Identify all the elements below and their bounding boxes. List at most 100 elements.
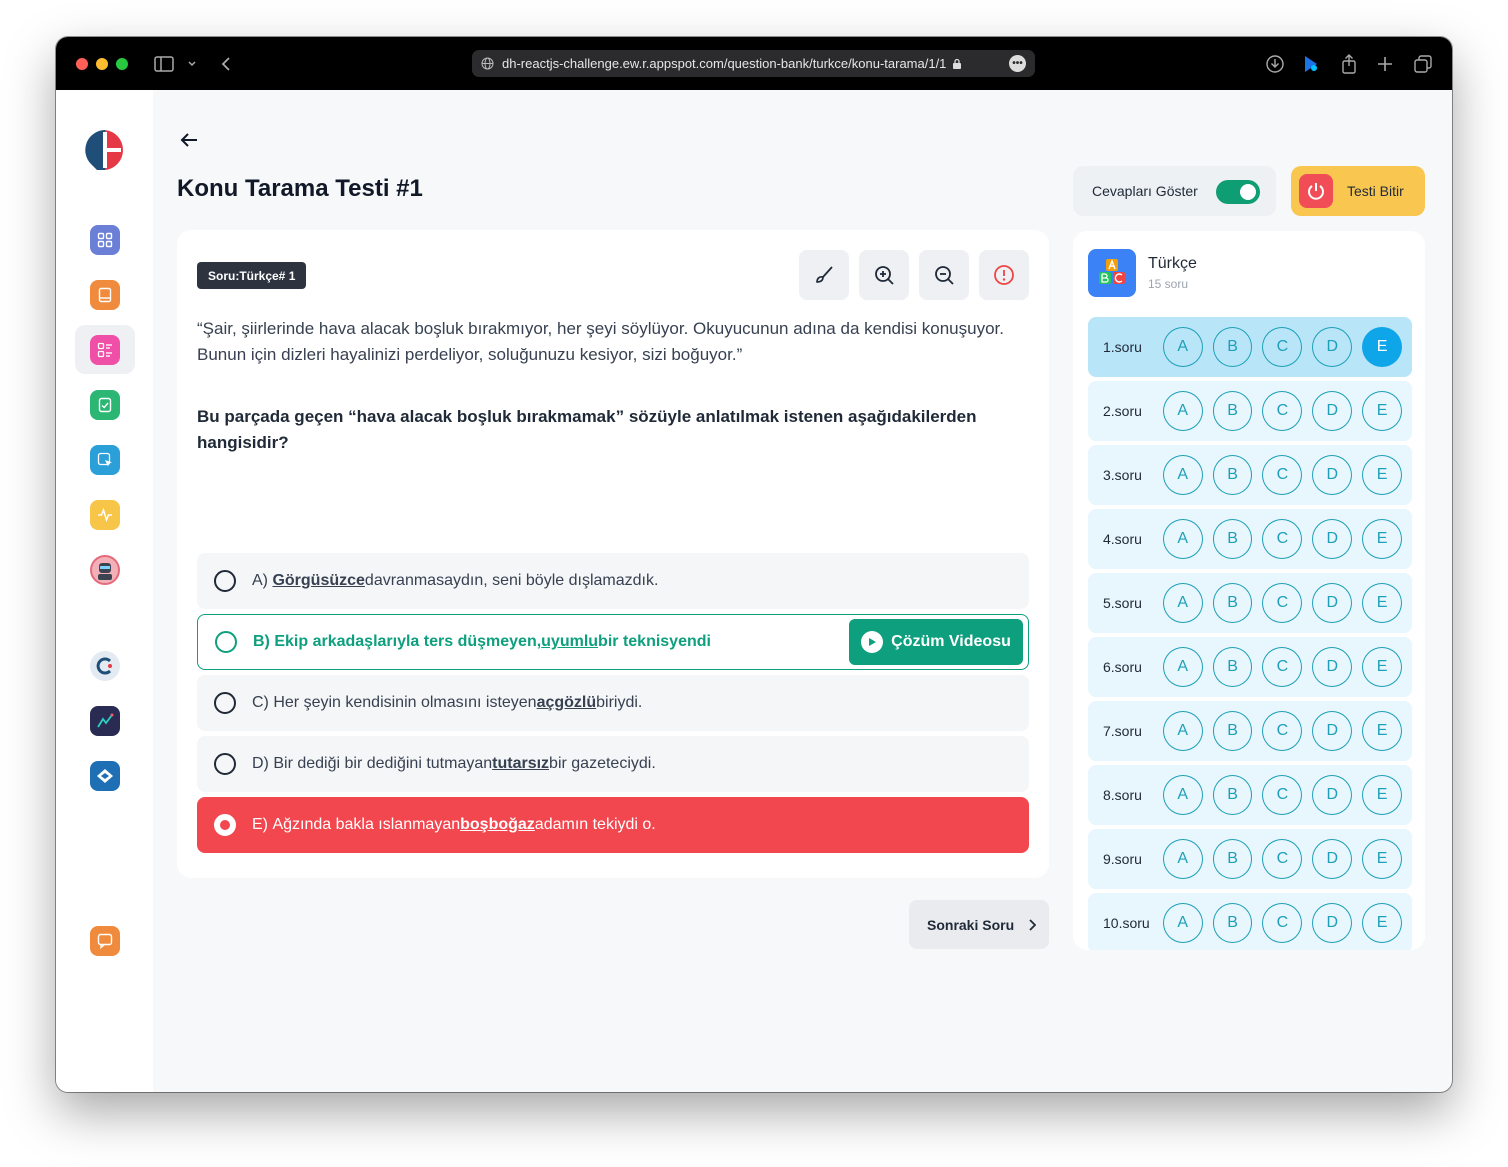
- answer-choice-e[interactable]: E: [1362, 839, 1402, 879]
- answer-choice-c[interactable]: C: [1262, 583, 1303, 623]
- address-bar[interactable]: dh-reactjs-challenge.ew.r.appspot.com/qu…: [472, 50, 1035, 77]
- answer-choice-e[interactable]: E: [1362, 647, 1402, 687]
- download-icon[interactable]: [1263, 52, 1287, 76]
- option-a-radio[interactable]: [214, 570, 236, 592]
- answer-choice-a[interactable]: A: [1162, 903, 1203, 943]
- answer-choice-b[interactable]: B: [1212, 455, 1253, 495]
- answer-choice-b[interactable]: B: [1212, 903, 1253, 943]
- document-check-icon[interactable]: [90, 390, 120, 420]
- answer-choice-a[interactable]: A: [1162, 711, 1203, 751]
- option-a-keyword: Görgüsüzce: [272, 572, 365, 589]
- back-arrow-icon[interactable]: [177, 128, 201, 152]
- layers-logo-icon[interactable]: [90, 761, 120, 791]
- maximize-window-button[interactable]: [116, 58, 128, 70]
- answer-choice-d[interactable]: D: [1312, 519, 1353, 559]
- answer-choice-e[interactable]: E: [1362, 327, 1402, 367]
- solution-video-button[interactable]: Çözüm Videosu: [849, 619, 1023, 665]
- finish-test-button[interactable]: Testi Bitir: [1291, 166, 1425, 216]
- zoom-in-icon[interactable]: [859, 250, 909, 300]
- answer-choice-d[interactable]: D: [1312, 455, 1353, 495]
- option-c-radio[interactable]: [214, 692, 236, 714]
- answer-choice-c[interactable]: C: [1262, 839, 1303, 879]
- close-window-button[interactable]: [76, 58, 88, 70]
- answer-choice-d[interactable]: D: [1312, 839, 1353, 879]
- minimize-window-button[interactable]: [96, 58, 108, 70]
- c-logo-icon[interactable]: [90, 651, 120, 681]
- answer-choice-e[interactable]: E: [1362, 583, 1402, 623]
- answer-choice-a[interactable]: A: [1162, 775, 1203, 815]
- answer-choice-b[interactable]: B: [1212, 775, 1253, 815]
- answer-choice-d[interactable]: D: [1312, 775, 1353, 815]
- answer-choice-c[interactable]: C: [1262, 647, 1303, 687]
- answer-choice-d[interactable]: D: [1312, 711, 1353, 751]
- grid-icon[interactable]: [90, 225, 120, 255]
- activity-icon[interactable]: [90, 500, 120, 530]
- answer-choice-d[interactable]: D: [1312, 647, 1353, 687]
- avatar-icon[interactable]: [90, 555, 120, 585]
- answer-choice-b[interactable]: B: [1212, 647, 1253, 687]
- answer-choice-c[interactable]: C: [1262, 903, 1303, 943]
- share-icon[interactable]: [1337, 52, 1361, 76]
- answer-choice-e[interactable]: E: [1362, 455, 1402, 495]
- list-icon[interactable]: [90, 335, 120, 365]
- tabs-overview-icon[interactable]: [1411, 52, 1435, 76]
- cursor-icon[interactable]: [90, 445, 120, 475]
- answer-choice-b[interactable]: B: [1212, 327, 1253, 367]
- answer-choice-c[interactable]: C: [1262, 519, 1303, 559]
- answer-choice-e[interactable]: E: [1362, 391, 1402, 431]
- answer-choice-d[interactable]: D: [1312, 327, 1353, 367]
- solution-video-label: Çözüm Videosu: [891, 633, 1011, 650]
- answer-choice-d[interactable]: D: [1312, 903, 1353, 943]
- answer-choice-a[interactable]: A: [1162, 839, 1203, 879]
- chevron-down-icon[interactable]: [180, 52, 204, 76]
- answer-choice-e[interactable]: E: [1362, 903, 1402, 943]
- option-b-radio[interactable]: [215, 631, 237, 653]
- answer-choice-a[interactable]: A: [1162, 455, 1203, 495]
- new-tab-icon[interactable]: [1373, 52, 1397, 76]
- answer-choice-c[interactable]: C: [1262, 711, 1303, 751]
- answer-choice-b[interactable]: B: [1212, 391, 1253, 431]
- brush-icon[interactable]: [799, 250, 849, 300]
- next-question-button[interactable]: Sonraki Soru: [909, 900, 1049, 949]
- option-c-post: biriydi.: [596, 694, 643, 711]
- answer-choice-c[interactable]: C: [1262, 391, 1303, 431]
- sidebar-toggle-icon[interactable]: [152, 52, 176, 76]
- option-e-radio[interactable]: [214, 814, 236, 836]
- option-a-letter: A): [252, 572, 268, 589]
- answer-choice-a[interactable]: A: [1162, 583, 1203, 623]
- option-d[interactable]: D) Bir dediği bir dediğini tutmayan tuta…: [197, 736, 1029, 792]
- answer-choice-b[interactable]: B: [1212, 583, 1253, 623]
- show-answers-toggle[interactable]: [1216, 180, 1260, 204]
- app-logo[interactable]: [83, 128, 127, 172]
- option-c-letter: C): [252, 694, 269, 711]
- chart-logo-icon[interactable]: [90, 706, 120, 736]
- answer-choice-b[interactable]: B: [1212, 711, 1253, 751]
- answer-choice-e[interactable]: E: [1362, 711, 1402, 751]
- answer-choice-c[interactable]: C: [1262, 327, 1303, 367]
- answer-choice-e[interactable]: E: [1362, 519, 1402, 559]
- answer-choice-a[interactable]: A: [1162, 647, 1203, 687]
- answer-choice-e[interactable]: E: [1362, 775, 1402, 815]
- answer-choice-d[interactable]: D: [1312, 583, 1353, 623]
- option-c[interactable]: C) Her şeyin kendisinin olmasını isteyen…: [197, 675, 1029, 731]
- option-b[interactable]: B) Ekip arkadaşlarıyla ters düşmeyen, uy…: [197, 614, 1029, 670]
- extension-play-icon[interactable]: [1299, 52, 1323, 76]
- answer-choice-c[interactable]: C: [1262, 455, 1303, 495]
- answer-choice-b[interactable]: B: [1212, 519, 1253, 559]
- back-nav-icon[interactable]: [214, 52, 238, 76]
- alert-icon[interactable]: [979, 250, 1029, 300]
- zoom-out-icon[interactable]: [919, 250, 969, 300]
- answer-choice-b[interactable]: B: [1212, 839, 1253, 879]
- answer-choice-a[interactable]: A: [1162, 391, 1203, 431]
- option-d-radio[interactable]: [214, 753, 236, 775]
- option-e[interactable]: E) Ağzında bakla ıslanmayan boşboğaz ada…: [197, 797, 1029, 853]
- chat-icon[interactable]: [90, 926, 120, 956]
- answer-choice-d[interactable]: D: [1312, 391, 1353, 431]
- book-icon[interactable]: [90, 280, 120, 310]
- option-a[interactable]: A) Görgüsüzce davranmasaydın, seni böyle…: [197, 553, 1029, 609]
- answer-choice-c[interactable]: C: [1262, 775, 1303, 815]
- answer-choice-a[interactable]: A: [1162, 327, 1203, 367]
- more-options-icon[interactable]: •••: [1009, 55, 1026, 72]
- show-answers-toggle-box[interactable]: Cevapları Göster: [1073, 166, 1276, 216]
- answer-choice-a[interactable]: A: [1162, 519, 1203, 559]
